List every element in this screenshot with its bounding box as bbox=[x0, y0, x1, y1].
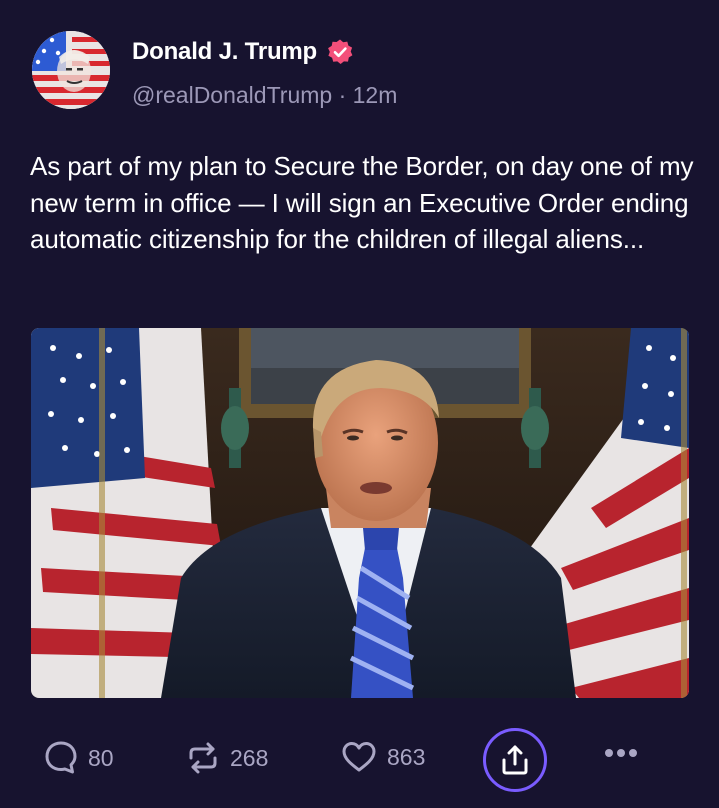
like-count: 863 bbox=[387, 743, 426, 770]
meta-separator: · bbox=[338, 82, 347, 108]
post-timestamp[interactable]: 12m bbox=[353, 82, 398, 108]
reply-button[interactable]: 80 bbox=[44, 740, 114, 776]
avatar[interactable] bbox=[32, 31, 110, 109]
author-meta: @realDonaldTrump · 12m bbox=[132, 82, 397, 109]
author-name-row: Donald J. Trump bbox=[132, 38, 354, 66]
heart-icon bbox=[342, 742, 376, 772]
author-handle[interactable]: @realDonaldTrump bbox=[132, 82, 332, 108]
reply-count: 80 bbox=[88, 744, 114, 771]
post-text: As part of my plan to Secure the Border,… bbox=[30, 151, 694, 254]
reply-bubble-icon bbox=[45, 741, 77, 774]
repost-arrows-icon bbox=[189, 742, 217, 774]
share-upload-icon bbox=[502, 745, 528, 775]
post-video-thumbnail[interactable] bbox=[31, 328, 689, 698]
verified-badge-icon bbox=[328, 39, 353, 64]
post-actions-bar: 80 268 863 bbox=[0, 728, 719, 792]
video-frame-image bbox=[31, 328, 689, 698]
like-button[interactable]: 863 bbox=[341, 740, 425, 774]
repost-count: 268 bbox=[230, 744, 269, 771]
post-card: Donald J. Trump @realDonaldTrump · 12m A… bbox=[0, 0, 719, 808]
more-options-button[interactable] bbox=[604, 748, 638, 758]
more-dots-icon bbox=[605, 749, 637, 757]
share-button[interactable] bbox=[483, 728, 547, 792]
avatar-image bbox=[32, 31, 110, 109]
repost-button[interactable]: 268 bbox=[186, 740, 268, 776]
display-name[interactable]: Donald J. Trump bbox=[132, 38, 317, 66]
